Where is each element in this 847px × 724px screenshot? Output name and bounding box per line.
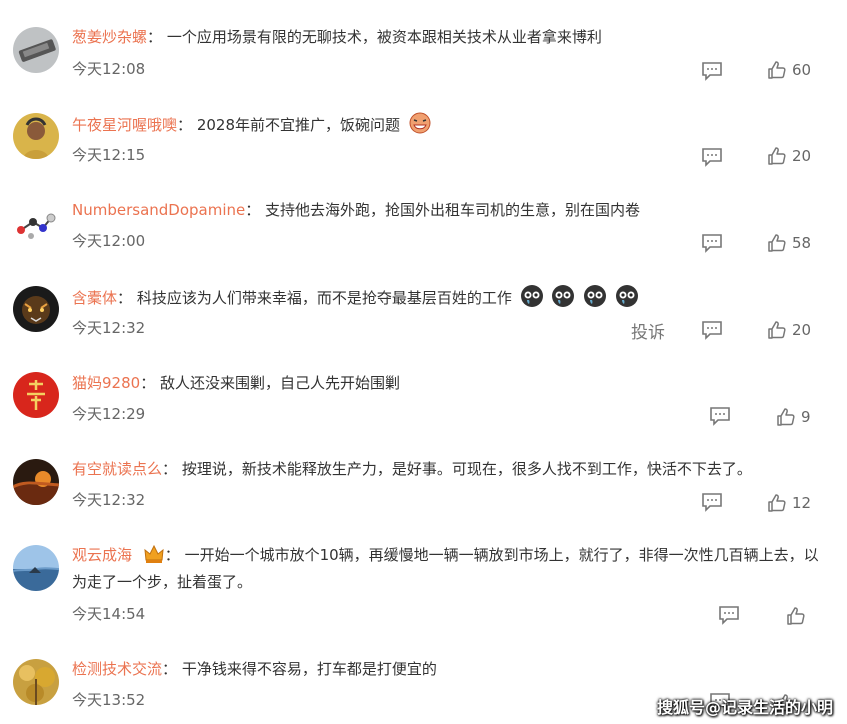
crying-face-icon <box>615 285 638 307</box>
reply-button[interactable] <box>709 406 731 426</box>
avatar[interactable] <box>13 286 59 332</box>
comment-reply-icon <box>702 148 722 167</box>
reply-button[interactable] <box>718 605 740 625</box>
comment-text: 干净钱来得不容易，打车都是打便宜的 <box>181 660 437 678</box>
reply-button[interactable] <box>701 61 723 81</box>
comment-line: 葱姜炒杂螺： 一个应用场景有限的无聊技术，被资本跟相关技术从业者拿来博利 <box>72 24 602 51</box>
like-count: 12 <box>792 494 812 512</box>
avatar[interactable] <box>13 545 59 591</box>
comment-reply-icon <box>702 321 722 340</box>
watermark: 搜狐号@记录生活的小明 <box>656 698 833 717</box>
crying-face-icon <box>520 285 543 307</box>
avatar[interactable] <box>13 200 59 246</box>
avatar[interactable] <box>13 459 59 505</box>
comment-reply-icon <box>710 407 730 426</box>
comment-reply-icon <box>702 62 722 81</box>
comment-time: 今天13:52 <box>72 691 146 709</box>
separator: ： <box>164 546 180 564</box>
avatar[interactable] <box>13 659 59 705</box>
like-button[interactable]: 58 <box>767 232 811 254</box>
separator: ： <box>117 289 133 307</box>
comment-line: 有空就读点么： 按理说，新技术能释放生产力，是好事。可现在，很多人找不到工作，快… <box>72 456 752 483</box>
report-button[interactable]: 投诉 <box>631 318 665 343</box>
comment-reply-icon <box>702 493 722 512</box>
comment-text: 科技应该为人们带来幸福，而不是抢夺最基层百姓的工作 <box>136 289 512 307</box>
thumbs-up-icon <box>768 147 786 165</box>
comment-time: 今天12:00 <box>72 232 146 250</box>
reply-button[interactable] <box>701 147 723 167</box>
comment-time: 今天12:15 <box>72 146 146 164</box>
avatar[interactable] <box>13 27 59 73</box>
comment-line: NumbersandDopamine： 支持他去海外跑，抢国外出租车司机的生意，… <box>72 197 640 224</box>
username-link[interactable]: 猫妈9280 <box>72 374 140 392</box>
comment-reply-icon <box>702 234 722 253</box>
like-count: 9 <box>801 408 811 426</box>
reply-button[interactable] <box>701 320 723 340</box>
like-count: 58 <box>792 234 812 252</box>
avatar[interactable] <box>13 372 59 418</box>
like-button[interactable]: 9 <box>776 406 811 428</box>
comment-text: 2028年前不宜推广，饭碗问题 <box>196 116 400 134</box>
reply-button[interactable] <box>701 233 723 253</box>
laughing-face-icon <box>409 112 431 134</box>
thumbs-up-icon <box>768 321 786 339</box>
comment-time: 今天12:08 <box>72 60 146 78</box>
comment-line: 观云成海 ： 一开始一个城市放个10辆，再缓慢地一辆一辆放到市场上，就行了，非得… <box>72 542 832 596</box>
crying-face-icon <box>552 285 575 307</box>
thumbs-up-icon <box>768 61 786 79</box>
avatar[interactable] <box>13 113 59 159</box>
username-link[interactable]: 葱姜炒杂螺 <box>72 28 147 46</box>
comment-line: 猫妈9280： 敌人还没来围剿，自己人先开始围剿 <box>72 370 400 397</box>
separator: ： <box>162 660 178 678</box>
separator: ： <box>177 116 193 134</box>
crying-face-icon <box>584 285 607 307</box>
username-link[interactable]: 检测技术交流 <box>72 660 162 678</box>
comment-reply-icon <box>719 606 739 625</box>
comment-text: 敌人还没来围剿，自己人先开始围剿 <box>159 374 400 392</box>
username-link[interactable]: 含橐体 <box>72 289 117 307</box>
separator: ： <box>140 374 156 392</box>
comment-time: 今天12:29 <box>72 405 146 423</box>
crown-badge-icon <box>144 544 164 563</box>
comment-text: 一个应用场景有限的无聊技术，被资本跟相关技术从业者拿来博利 <box>166 28 602 46</box>
comment-line: 检测技术交流： 干净钱来得不容易，打车都是打便宜的 <box>72 656 437 683</box>
like-button[interactable]: 12 <box>767 492 811 514</box>
comment-time: 今天12:32 <box>72 491 146 509</box>
comment-text: 支持他去海外跑，抢国外出租车司机的生意，别在国内卷 <box>265 201 641 219</box>
comment-line: 含橐体： 科技应该为人们带来幸福，而不是抢夺最基层百姓的工作 <box>72 284 639 312</box>
username-link[interactable]: 午夜星河喔哦噢 <box>72 116 177 134</box>
thumbs-up-icon <box>787 607 805 625</box>
like-button[interactable] <box>786 605 811 627</box>
separator: ： <box>245 201 261 219</box>
reply-button[interactable] <box>701 492 723 512</box>
thumbs-up-icon <box>768 494 786 512</box>
comment-text: 按理说，新技术能释放生产力，是好事。可现在，很多人找不到工作，快活不下去了。 <box>181 460 752 478</box>
username-link[interactable]: NumbersandDopamine <box>72 201 245 219</box>
like-button[interactable]: 20 <box>767 319 811 341</box>
separator: ： <box>147 28 163 46</box>
like-count: 60 <box>792 61 812 79</box>
like-count: 20 <box>792 147 812 165</box>
comment-time: 今天14:54 <box>72 605 146 623</box>
username-link[interactable]: 观云成海 <box>72 546 132 564</box>
like-count: 20 <box>792 321 812 339</box>
comment-text: 一开始一个城市放个10辆，再缓慢地一辆一辆放到市场上，就行了，非得一次性几百辆上… <box>72 546 819 591</box>
comment-time: 今天12:32 <box>72 319 146 337</box>
username-link[interactable]: 有空就读点么 <box>72 460 162 478</box>
thumbs-up-icon <box>768 234 786 252</box>
like-button[interactable]: 20 <box>767 145 811 167</box>
separator: ： <box>162 460 178 478</box>
like-button[interactable]: 60 <box>767 59 811 81</box>
comment-line: 午夜星河喔哦噢： 2028年前不宜推广，饭碗问题 <box>72 111 432 139</box>
thumbs-up-icon <box>777 408 795 426</box>
